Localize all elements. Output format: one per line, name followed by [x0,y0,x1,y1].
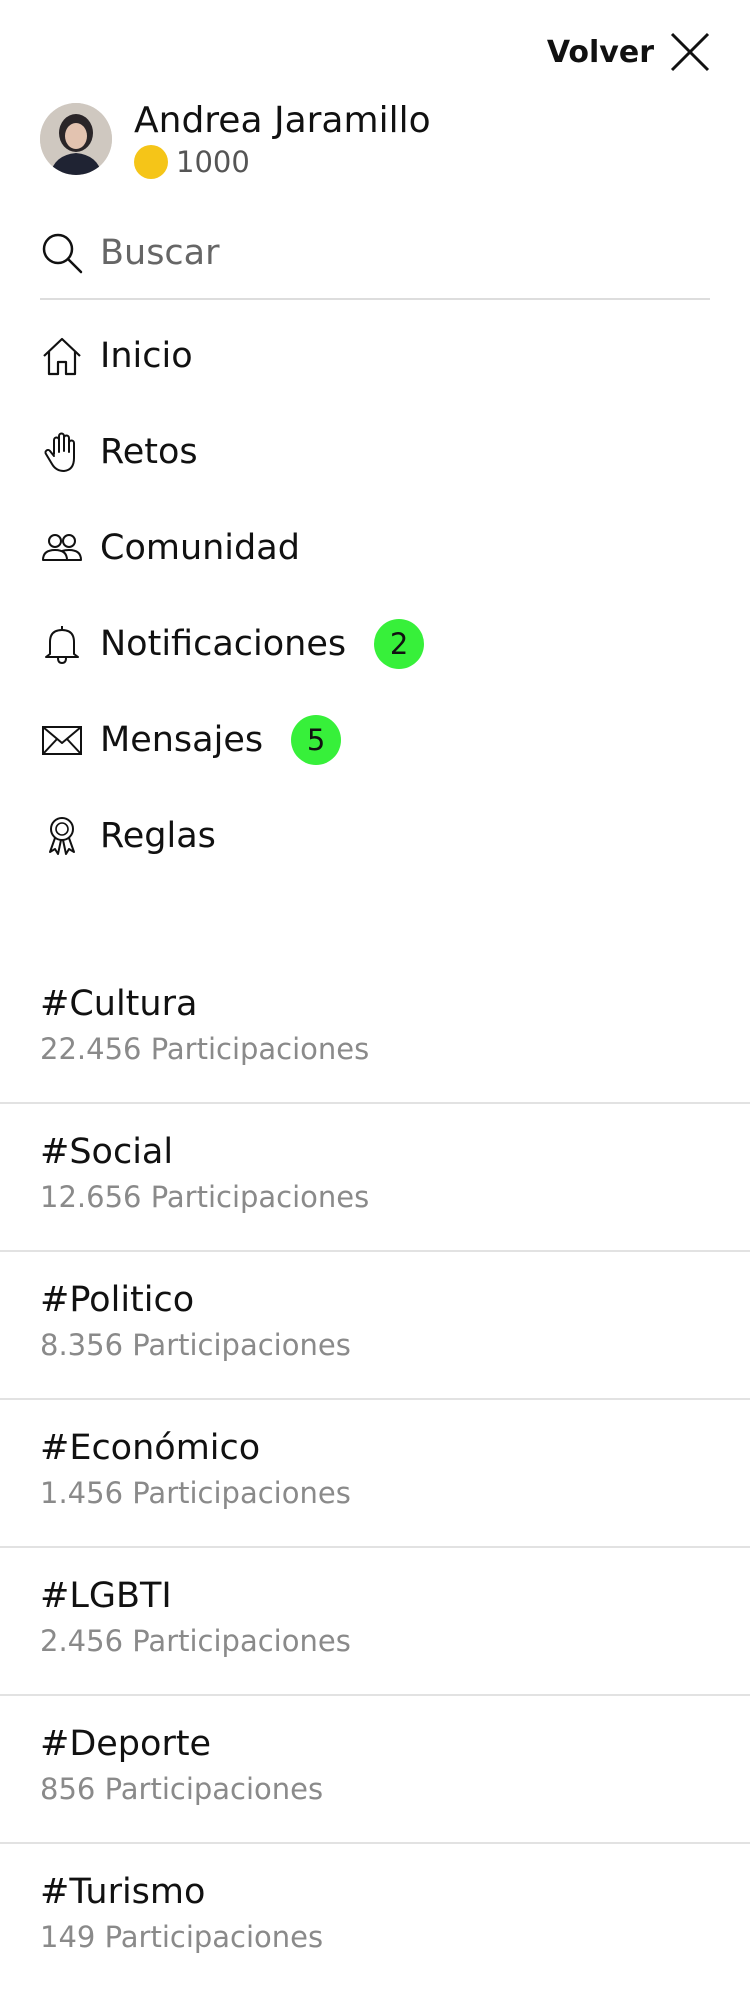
topic-name: #Económico [40,1428,261,1468]
bell-icon [45,626,79,665]
people-icon [42,534,82,561]
nav-label: Retos [100,432,198,472]
nav-label: Mensajes [100,720,264,760]
nav-label: Reglas [100,816,216,856]
topic-count: 149 Participaciones [40,1920,324,1954]
nav-item-reglas[interactable]: Reglas [40,788,710,884]
coin-balance: 1000 [134,145,431,179]
award-ribbon-icon [49,817,75,855]
topic-name: #Deporte [40,1724,212,1764]
notification-badge: 2 [374,619,425,669]
topic-name: #Turismo [40,1872,206,1912]
nav-item-notificaciones[interactable]: Notificaciones 2 [40,596,710,692]
home-icon [43,337,81,376]
avatar-image [40,103,112,175]
topic-count: 2.456 Participaciones [40,1624,351,1658]
search-bar [40,222,710,300]
topic-name: #Politico [40,1280,195,1320]
user-name: Andrea Jaramillo [134,100,431,141]
topic-count: 22.456 Participaciones [40,1032,370,1066]
topic-item[interactable]: #Turismo 149 Participaciones [0,1844,750,1992]
topic-item[interactable]: #Politico 8.356 Participaciones [0,1252,750,1400]
topic-count: 856 Participaciones [40,1772,324,1806]
topic-name: #Social [40,1132,174,1172]
nav-item-retos[interactable]: Retos [40,404,710,500]
topic-count: 1.456 Participaciones [40,1476,351,1510]
coin-count: 1000 [176,145,250,179]
search-input[interactable] [100,233,690,273]
nav-label: Notificaciones [100,624,347,664]
search-icon [42,233,83,274]
topic-item[interactable]: #Social 12.656 Participaciones [0,1104,750,1252]
coin-icon [134,145,168,179]
close-label: Volver [546,34,654,70]
message-badge: 5 [291,715,342,765]
topic-item[interactable]: #Económico 1.456 Participaciones [0,1400,750,1548]
avatar[interactable] [40,103,112,175]
nav-item-inicio[interactable]: Inicio [40,308,710,404]
hand-icon [44,432,75,472]
mail-icon [42,726,82,755]
user-profile[interactable]: Andrea Jaramillo 1000 [40,99,431,179]
topic-name: #Cultura [40,984,198,1024]
close-button[interactable]: Volver [547,30,712,74]
main-menu: Inicio Retos Comunidad Notificaciones 2 [40,308,710,884]
topic-list: #Cultura 22.456 Participaciones #Social … [0,956,750,1992]
topic-item[interactable]: #Deporte 856 Participaciones [0,1696,750,1844]
nav-item-comunidad[interactable]: Comunidad [40,500,710,596]
topic-item[interactable]: #LGBTI 2.456 Participaciones [0,1548,750,1696]
close-icon[interactable] [668,30,712,74]
nav-item-mensajes[interactable]: Mensajes 5 [40,692,710,788]
topic-count: 8.356 Participaciones [40,1328,351,1362]
topic-item[interactable]: #Cultura 22.456 Participaciones [0,956,750,1104]
topic-name: #LGBTI [40,1576,172,1616]
nav-label: Comunidad [100,528,300,568]
nav-label: Inicio [100,336,193,376]
topic-count: 12.656 Participaciones [40,1180,370,1214]
